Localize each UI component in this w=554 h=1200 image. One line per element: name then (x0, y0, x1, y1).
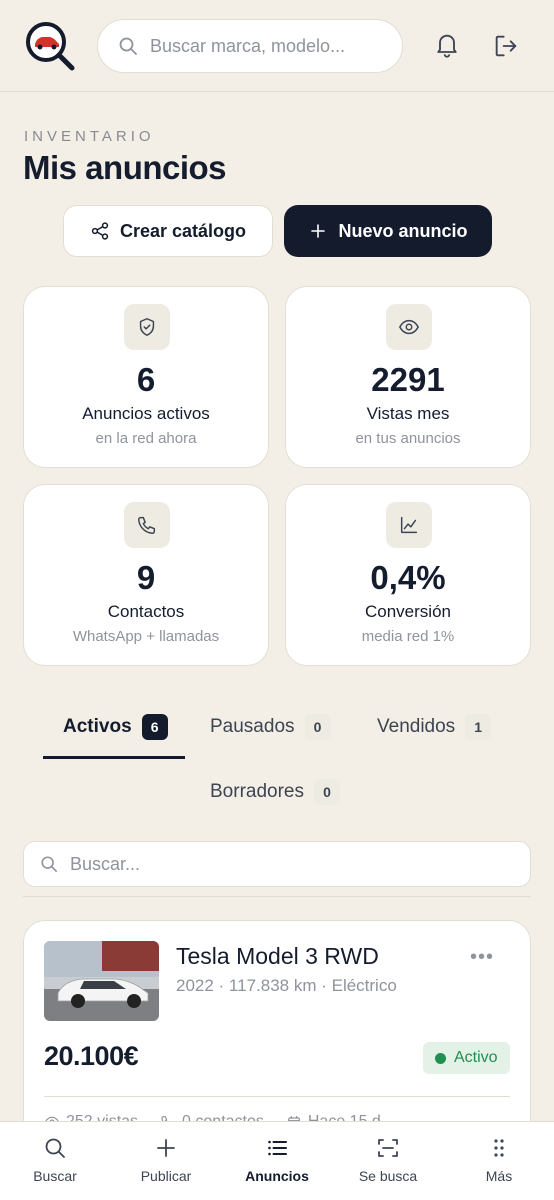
bottom-navigation: Buscar Publicar Anuncios Se busca Más (0, 1121, 554, 1200)
page-title: Mis anuncios (23, 149, 227, 186)
tab-pausados[interactable]: Pausados 0 (210, 714, 331, 740)
search-icon (119, 37, 137, 55)
divider (23, 896, 531, 897)
global-search-input[interactable]: Buscar marca, modelo... (97, 19, 403, 73)
bell-icon[interactable] (433, 31, 461, 59)
tab-label: Vendidos (377, 716, 456, 737)
stat-card-contacts: 9 Contactos WhatsApp + llamadas (23, 484, 269, 666)
search-placeholder: Buscar marca, modelo... (150, 35, 346, 56)
stat-value: 9 (136, 559, 156, 596)
scan-icon (378, 1139, 398, 1157)
tab-vendidos[interactable]: Vendidos 1 (377, 714, 492, 740)
nav-publicar[interactable]: Publicar (111, 1136, 221, 1184)
stat-sub: media red 1% (361, 628, 455, 645)
eye-icon (398, 319, 420, 335)
tab-count-badge: 1 (465, 714, 492, 740)
create-catalog-button[interactable]: Crear catálogo (63, 205, 273, 257)
search-icon (41, 856, 58, 873)
trend-chart-icon (400, 516, 418, 534)
nav-se-busca[interactable]: Se busca (333, 1136, 443, 1184)
new-listing-button[interactable]: Nuevo anuncio (284, 205, 492, 257)
divider (44, 1096, 510, 1097)
stat-sub: en tus anuncios (355, 430, 461, 447)
list-icon (268, 1140, 287, 1156)
search-placeholder: Buscar... (70, 853, 141, 874)
tab-activos[interactable]: Activos 6 (63, 714, 168, 740)
nav-anuncios[interactable]: Anuncios (222, 1136, 332, 1184)
phone-icon (138, 516, 156, 534)
logout-icon[interactable] (492, 32, 520, 60)
stat-value: 2291 (371, 361, 445, 398)
stat-label: Contactos (107, 602, 185, 621)
tab-label: Activos (63, 716, 132, 737)
stat-card-active: 6 Anuncios activos en la red ahora (23, 286, 269, 468)
plus-icon (157, 1139, 175, 1157)
search-icon (45, 1138, 65, 1158)
tab-count-badge: 0 (304, 714, 331, 740)
section-eyebrow: INVENTARIO (24, 128, 155, 145)
stat-sub: WhatsApp + llamadas (72, 628, 220, 645)
plus-icon (311, 224, 326, 238)
listing-title[interactable]: Tesla Model 3 RWD (176, 943, 379, 970)
status-label: Activo (454, 1049, 498, 1066)
tab-label: Pausados (210, 716, 295, 737)
more-options-icon[interactable]: ••• (470, 946, 494, 969)
tab-label: Borradores (210, 781, 304, 802)
car-thumbnail-image[interactable] (44, 941, 159, 1021)
stat-sub: en la red ahora (95, 430, 197, 447)
tab-borradores[interactable]: Borradores 0 (210, 779, 340, 805)
active-tab-indicator (43, 756, 185, 759)
stat-label: Vistas mes (366, 404, 450, 423)
nav-buscar[interactable]: Buscar (0, 1136, 110, 1184)
share-icon (91, 222, 109, 240)
stat-card-conversion: 0,4% Conversión media red 1% (285, 484, 531, 666)
stat-label: Conversión (365, 602, 451, 621)
create-catalog-label: Crear catálogo (119, 220, 247, 241)
grid-dots-icon (494, 1139, 504, 1157)
stat-value: 0,4% (370, 559, 446, 596)
listing-meta: 2022 · 117.838 km · Eléctrico (176, 976, 397, 995)
new-listing-label: Nuevo anuncio (338, 220, 468, 241)
nav-mas[interactable]: Más (444, 1136, 554, 1184)
shield-check-icon (139, 318, 155, 336)
listing-price: 20.100€ (44, 1041, 139, 1071)
stat-label: Anuncios activos (82, 404, 210, 423)
listing-search-input[interactable]: Buscar... (23, 841, 531, 887)
status-badge: Activo (423, 1042, 510, 1074)
logo-icon[interactable] (24, 20, 76, 72)
status-dot-icon (435, 1052, 446, 1064)
tab-count-badge: 6 (141, 714, 168, 740)
stat-value: 6 (136, 361, 156, 398)
top-header: Buscar marca, modelo... (0, 0, 554, 92)
tab-count-badge: 0 (314, 779, 340, 805)
stat-card-views: 2291 Vistas mes en tus anuncios (285, 286, 531, 468)
